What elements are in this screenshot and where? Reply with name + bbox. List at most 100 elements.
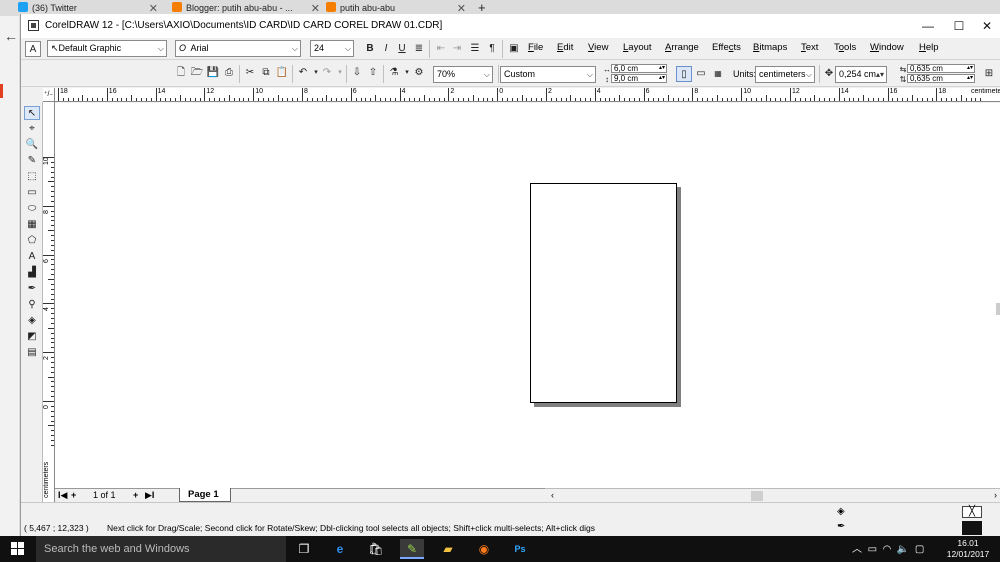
import-icon[interactable]: ⇩ — [349, 65, 365, 81]
shape-tool-icon[interactable]: ⌖ — [24, 122, 40, 136]
edge-icon[interactable]: e — [328, 539, 352, 559]
menu-edit[interactable]: Edit — [557, 42, 573, 53]
basic-shapes-tool-icon[interactable]: ⬠ — [24, 234, 40, 248]
bullet-outdent-icon[interactable]: ⇥ — [449, 41, 465, 57]
taskbar-search-box[interactable]: Search the web and Windows — [36, 536, 286, 562]
menu-layout[interactable]: Layout — [623, 42, 652, 53]
add-page-after-button[interactable]: + — [133, 490, 138, 500]
nudge-distance-field[interactable]: 0,254 cm ▴▾ — [835, 66, 887, 83]
zoom-select[interactable]: 70% ⌵ — [433, 66, 493, 83]
cut-icon[interactable]: ✂ — [242, 65, 258, 81]
store-icon[interactable]: 🛍 — [364, 539, 388, 559]
volume-icon[interactable]: 🔈 — [897, 544, 909, 555]
paste-icon[interactable]: 📋 — [274, 65, 290, 81]
fill-tool-icon[interactable]: ◈ — [24, 314, 40, 328]
outline-tool-icon[interactable]: ⚲ — [24, 298, 40, 312]
scroll-left-icon[interactable]: ‹ — [551, 490, 554, 500]
menu-bitmaps[interactable]: Bitmaps — [753, 42, 787, 53]
firefox-icon[interactable]: ◉ — [472, 539, 496, 559]
photoshop-icon[interactable]: Ps — [508, 539, 532, 559]
menu-view[interactable]: View — [588, 42, 608, 53]
page-tab-page-1[interactable]: Page 1 — [179, 488, 231, 502]
horizontal-scrollbar-thumb[interactable] — [751, 491, 763, 501]
taskbar-clock[interactable]: 16.01 12/01/2017 — [944, 538, 992, 560]
battery-icon[interactable]: ▭ — [868, 544, 877, 555]
toolbar-options-icon[interactable]: ⊞ — [981, 66, 997, 82]
horizontal-ruler[interactable]: 18 16 14 12 10 8 6 4 2 0 2 4 6 8 10 12 14 16 18 centimeters — [55, 88, 1000, 102]
vertical-ruler[interactable]: 10 8 6 4 2 0 centimeters — [43, 102, 55, 502]
menu-effects[interactable]: Effects — [712, 42, 741, 53]
scroll-right-icon[interactable]: › — [994, 490, 997, 500]
black-outline-swatch[interactable] — [962, 521, 982, 535]
document-menu-icon[interactable]: ▣ — [506, 41, 522, 57]
rectangle-tool-icon[interactable]: ▭ — [24, 186, 40, 200]
chevron-up-icon[interactable]: ︿ — [852, 544, 862, 555]
bold-button[interactable]: B — [362, 41, 378, 57]
italic-button[interactable]: I — [378, 41, 394, 57]
graphic-style-icon[interactable]: A — [25, 41, 41, 57]
vertical-scrollbar-thumb[interactable] — [996, 303, 1000, 315]
interactive-fill-tool-icon[interactable]: ◩ — [24, 330, 40, 344]
paper-type-select[interactable]: Custom ⌵ — [500, 66, 596, 83]
paragraph-icon[interactable]: ¶ — [484, 41, 500, 57]
minimize-button[interactable]: — — [914, 16, 942, 36]
outline-pen-icon[interactable]: ✒ — [837, 521, 845, 532]
mesh-fill-tool-icon[interactable]: ▤ — [24, 346, 40, 360]
maximize-button[interactable]: ☐ — [945, 16, 973, 36]
new-tab-button[interactable]: + — [478, 0, 492, 14]
zoom-tool-icon[interactable]: 🔍 — [24, 138, 40, 152]
menu-tools[interactable]: Tools — [834, 42, 856, 53]
horizontal-scrollbar[interactable]: ‹ › — [545, 488, 1000, 502]
spinner-icon[interactable]: ▴▾ — [967, 64, 973, 72]
save-icon[interactable]: 💾 — [205, 65, 221, 81]
corel-online-icon[interactable]: ⚙ — [411, 65, 427, 81]
bullet-list-icon[interactable]: ☰ — [467, 41, 483, 57]
menu-arrange[interactable]: Arrange — [665, 42, 699, 53]
drawing-canvas[interactable] — [55, 103, 1000, 501]
last-page-button[interactable]: ▶I — [145, 490, 154, 501]
menu-text[interactable]: Text — [801, 42, 818, 53]
underline-button[interactable]: U — [394, 41, 410, 57]
ellipse-tool-icon[interactable]: ⬭ — [24, 202, 40, 216]
duplicate-y-field[interactable]: 0,635 cm ▴▾ — [907, 74, 975, 83]
graphic-style-select[interactable]: ↖Default Graphic ⌵ — [47, 40, 167, 57]
task-view-icon[interactable]: ❐ — [292, 539, 316, 559]
freehand-tool-icon[interactable]: ✎ — [24, 154, 40, 168]
open-icon[interactable]: 🗁 — [189, 65, 205, 81]
pick-tool-icon[interactable]: ↖ — [24, 106, 40, 120]
fill-bucket-icon[interactable]: ◈ — [837, 506, 845, 517]
font-size-select[interactable]: 24 ⌵ — [310, 40, 354, 57]
wifi-icon[interactable]: ◠ — [883, 544, 892, 555]
align-icon[interactable]: ≣ — [411, 41, 427, 57]
close-button[interactable]: ✕ — [973, 16, 1000, 36]
back-arrow-icon[interactable]: ← — [4, 28, 18, 44]
new-document-icon[interactable]: 🗋 — [173, 65, 189, 81]
first-page-button[interactable]: I◀ — [58, 490, 67, 501]
ruler-origin[interactable]: ⁺/₋ — [43, 88, 55, 102]
copy-icon[interactable]: ⧉ — [258, 65, 274, 81]
menu-file[interactable]: File — [528, 42, 543, 53]
no-fill-swatch[interactable]: ╳ — [962, 506, 982, 518]
text-tool-icon[interactable]: A — [24, 250, 40, 264]
graph-paper-tool-icon[interactable]: ▦ — [24, 218, 40, 232]
paper-height-field[interactable]: 9,0 cm ▴▾ — [611, 74, 667, 83]
add-page-before-button[interactable]: + — [71, 490, 76, 500]
portrait-button[interactable]: ▯ — [676, 66, 692, 82]
font-name-select[interactable]: O Arial ⌵ — [175, 40, 301, 57]
print-icon[interactable]: ⎙ — [221, 65, 237, 81]
spinner-icon[interactable]: ▴▾ — [659, 64, 665, 72]
coreldraw-taskbar-icon[interactable]: ✎ — [400, 539, 424, 559]
file-explorer-icon[interactable]: ▰ — [436, 539, 460, 559]
units-select[interactable]: centimeters ⌵ — [755, 66, 815, 83]
duplicate-x-field[interactable]: 0,635 cm ▴▾ — [907, 64, 975, 73]
eyedropper-tool-icon[interactable]: ✒ — [24, 282, 40, 296]
export-icon[interactable]: ⇧ — [365, 65, 381, 81]
bullet-indent-icon[interactable]: ⇤ — [433, 41, 449, 57]
interactive-blend-tool-icon[interactable]: ▟ — [24, 266, 40, 280]
smart-fill-tool-icon[interactable]: ⬚ — [24, 170, 40, 184]
spinner-icon[interactable]: ▴▾ — [967, 74, 973, 82]
windows-start-icon[interactable] — [11, 542, 24, 555]
paper-width-field[interactable]: 6,0 cm ▴▾ — [611, 64, 667, 73]
landscape-button[interactable]: ▭ — [693, 66, 709, 82]
document-page[interactable] — [530, 183, 677, 403]
